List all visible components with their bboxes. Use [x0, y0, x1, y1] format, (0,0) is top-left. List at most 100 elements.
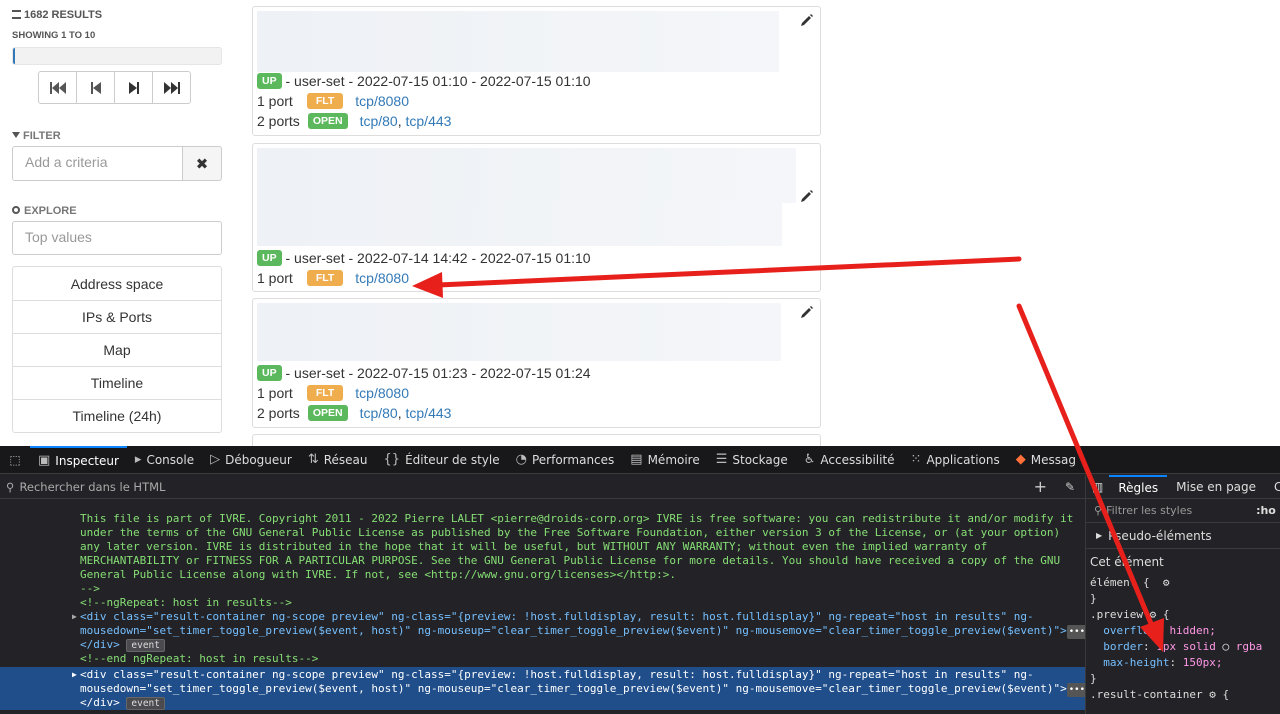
explore-address-space[interactable]: Address space — [13, 267, 221, 300]
tab-network[interactable]: ⇅ Réseau — [300, 446, 376, 474]
explore-timeline-24h[interactable]: Timeline (24h) — [13, 399, 221, 432]
tab-messages[interactable]: ◆ Messag — [1008, 446, 1084, 474]
port-link[interactable]: tcp/80 — [360, 113, 398, 129]
tab-style-editor[interactable]: {} Éditeur de style — [376, 446, 508, 474]
tab-inspector[interactable]: ▣ Inspecteur — [30, 445, 127, 474]
rules-panel: ▥ Règles Mise en page C ⚲ Filtrer les st… — [1085, 475, 1280, 714]
selected-html-node[interactable]: <div class="result-container ng-scope pr… — [80, 668, 1034, 682]
hover-toggle[interactable]: :ho — [1256, 504, 1276, 517]
tab-accessibility[interactable]: ♿ Accessibilité — [796, 446, 903, 474]
collapsed-content-button[interactable]: ••• — [1066, 625, 1085, 639]
filtered-badge: FLT — [306, 93, 344, 109]
css-value[interactable]: hidden; — [1169, 624, 1215, 637]
explore-map[interactable]: Map — [13, 333, 221, 366]
result-card[interactable]: UP - user-set - 2022-07-15 01:10 - 2022-… — [252, 6, 821, 136]
redacted-area — [257, 303, 781, 361]
tab-storage[interactable]: ☰ Stockage — [708, 446, 796, 474]
tab-console[interactable]: ▸ Console — [127, 446, 202, 474]
add-node-button[interactable]: + — [1034, 477, 1047, 496]
rules-filter-input[interactable]: Filtrer les styles — [1106, 504, 1256, 517]
html-search-input[interactable]: Rechercher dans le HTML — [19, 480, 165, 494]
css-prop[interactable]: max-height — [1103, 656, 1169, 669]
step-backward-icon — [90, 81, 101, 94]
tab-memory[interactable]: ▤ Mémoire — [622, 446, 707, 474]
redacted-area — [257, 148, 796, 203]
tab-layout[interactable]: Mise en page — [1167, 475, 1265, 499]
filtered-ports-row: 1 port FLT tcp/8080 — [257, 270, 409, 286]
search-icon: ⚲ — [6, 479, 15, 494]
tab-computed[interactable]: C — [1265, 475, 1280, 499]
open-ports-row: 2 ports OPEN tcp/80, tcp/443 — [257, 113, 452, 129]
gear-icon[interactable]: ⚙ — [1209, 688, 1216, 701]
tab-applications[interactable]: ⁙ Applications — [903, 446, 1008, 474]
tab-rules[interactable]: Règles — [1109, 475, 1168, 499]
first-page-button[interactable] — [38, 71, 77, 104]
port-link[interactable]: tcp/443 — [406, 113, 452, 129]
result-card[interactable]: UP - user-set - 2022-07-14 14:42 - 2022-… — [252, 143, 821, 292]
eyedropper-icon[interactable]: ✎ — [1065, 480, 1075, 494]
progress-bar-fill — [13, 48, 16, 64]
expand-triangle-icon[interactable]: ▶ — [72, 610, 77, 624]
html-line: <!--end ngRepeat: host in results--> — [80, 652, 319, 665]
storage-icon: ☰ — [715, 452, 728, 467]
html-node-close: </div> event — [80, 638, 165, 652]
devtools-panel: ⬚ ▣ Inspecteur ▸ Console ▷ Débogueur ⇅ Résea… — [0, 445, 1280, 714]
event-badge[interactable]: event — [126, 639, 165, 652]
html-node[interactable]: <div class="result-container ng-scope pr… — [80, 610, 1034, 624]
pencil-icon[interactable] — [800, 189, 814, 203]
next-page-button[interactable] — [114, 71, 153, 104]
results-progress — [12, 47, 222, 65]
css-value[interactable]: 150px; — [1183, 656, 1223, 669]
previous-page-button[interactable] — [76, 71, 115, 104]
tab-debugger[interactable]: ▷ Débogueur — [202, 446, 300, 474]
gear-icon[interactable]: ⚙ — [1150, 608, 1157, 621]
port-link[interactable]: tcp/443 — [406, 405, 452, 421]
status-badge: UP — [257, 250, 282, 266]
showing-range: SHOWING 1 TO 10 — [12, 30, 96, 41]
expand-triangle-icon[interactable]: ▶ — [72, 668, 77, 682]
fast-forward-icon — [163, 81, 180, 94]
result-card[interactable] — [252, 434, 821, 446]
clear-filter-button[interactable]: ✖ — [183, 146, 222, 181]
filter-input[interactable]: Add a criteria — [12, 146, 183, 181]
port-link[interactable]: tcp/80 — [360, 405, 398, 421]
css-value[interactable]: 1px solid — [1156, 640, 1216, 653]
accessibility-icon: ♿ — [803, 452, 816, 467]
css-prop[interactable]: border — [1103, 640, 1143, 653]
html-line: any later version. IVRE is distributed i… — [80, 540, 988, 553]
status-badge: UP — [257, 73, 282, 89]
top-values-input[interactable]: Top values — [12, 221, 222, 255]
css-prop[interactable]: overflow — [1103, 624, 1156, 637]
port-count: 1 port — [257, 93, 293, 109]
html-line: This file is part of IVRE. Copyright 201… — [80, 512, 1074, 525]
pencil-icon[interactable] — [800, 305, 814, 319]
element-picker-button[interactable]: ⬚ — [0, 446, 30, 474]
this-element-heading: Cet élément — [1090, 555, 1164, 569]
tab-performance[interactable]: ◔ Performances — [508, 446, 623, 474]
port-link[interactable]: tcp/8080 — [355, 93, 409, 109]
html-search-bar: ⚲ Rechercher dans le HTML + ✎ — [0, 475, 1085, 499]
port-link[interactable]: tcp/8080 — [355, 270, 409, 286]
explore-timeline[interactable]: Timeline — [13, 366, 221, 399]
element-selector: élément — [1090, 576, 1137, 589]
html-line: <!--ngRepeat: host in results--> — [80, 596, 292, 609]
redacted-area — [257, 201, 782, 246]
rules-code: élément { ⚙ } .preview ⚙ { overflow: hid… — [1090, 576, 1263, 701]
port-link[interactable]: tcp/8080 — [355, 385, 409, 401]
event-badge[interactable]: event — [126, 697, 165, 710]
host-dates: - user-set - 2022-07-15 01:23 - 2022-07-… — [285, 365, 591, 381]
pseudo-elements-toggle[interactable]: ▶ Pseudo-éléments — [1086, 523, 1280, 549]
pencil-icon[interactable] — [800, 13, 814, 27]
rules-tabs: ▥ Règles Mise en page C — [1086, 475, 1280, 499]
gear-icon[interactable]: ⚙ — [1163, 576, 1170, 589]
redacted-area — [257, 11, 779, 72]
result-card[interactable]: UP - user-set - 2022-07-15 01:23 - 2022-… — [252, 298, 821, 428]
braces-icon: {} — [383, 452, 401, 467]
port-count: 2 ports — [257, 113, 300, 129]
explore-ips-ports[interactable]: IPs & Ports — [13, 300, 221, 333]
last-page-button[interactable] — [152, 71, 191, 104]
color-swatch[interactable]: ◯ — [1222, 640, 1229, 653]
css-value[interactable]: rgba — [1236, 640, 1263, 653]
layout-icon: ▥ — [1092, 479, 1104, 494]
collapsed-content-button[interactable]: ••• — [1066, 683, 1085, 697]
